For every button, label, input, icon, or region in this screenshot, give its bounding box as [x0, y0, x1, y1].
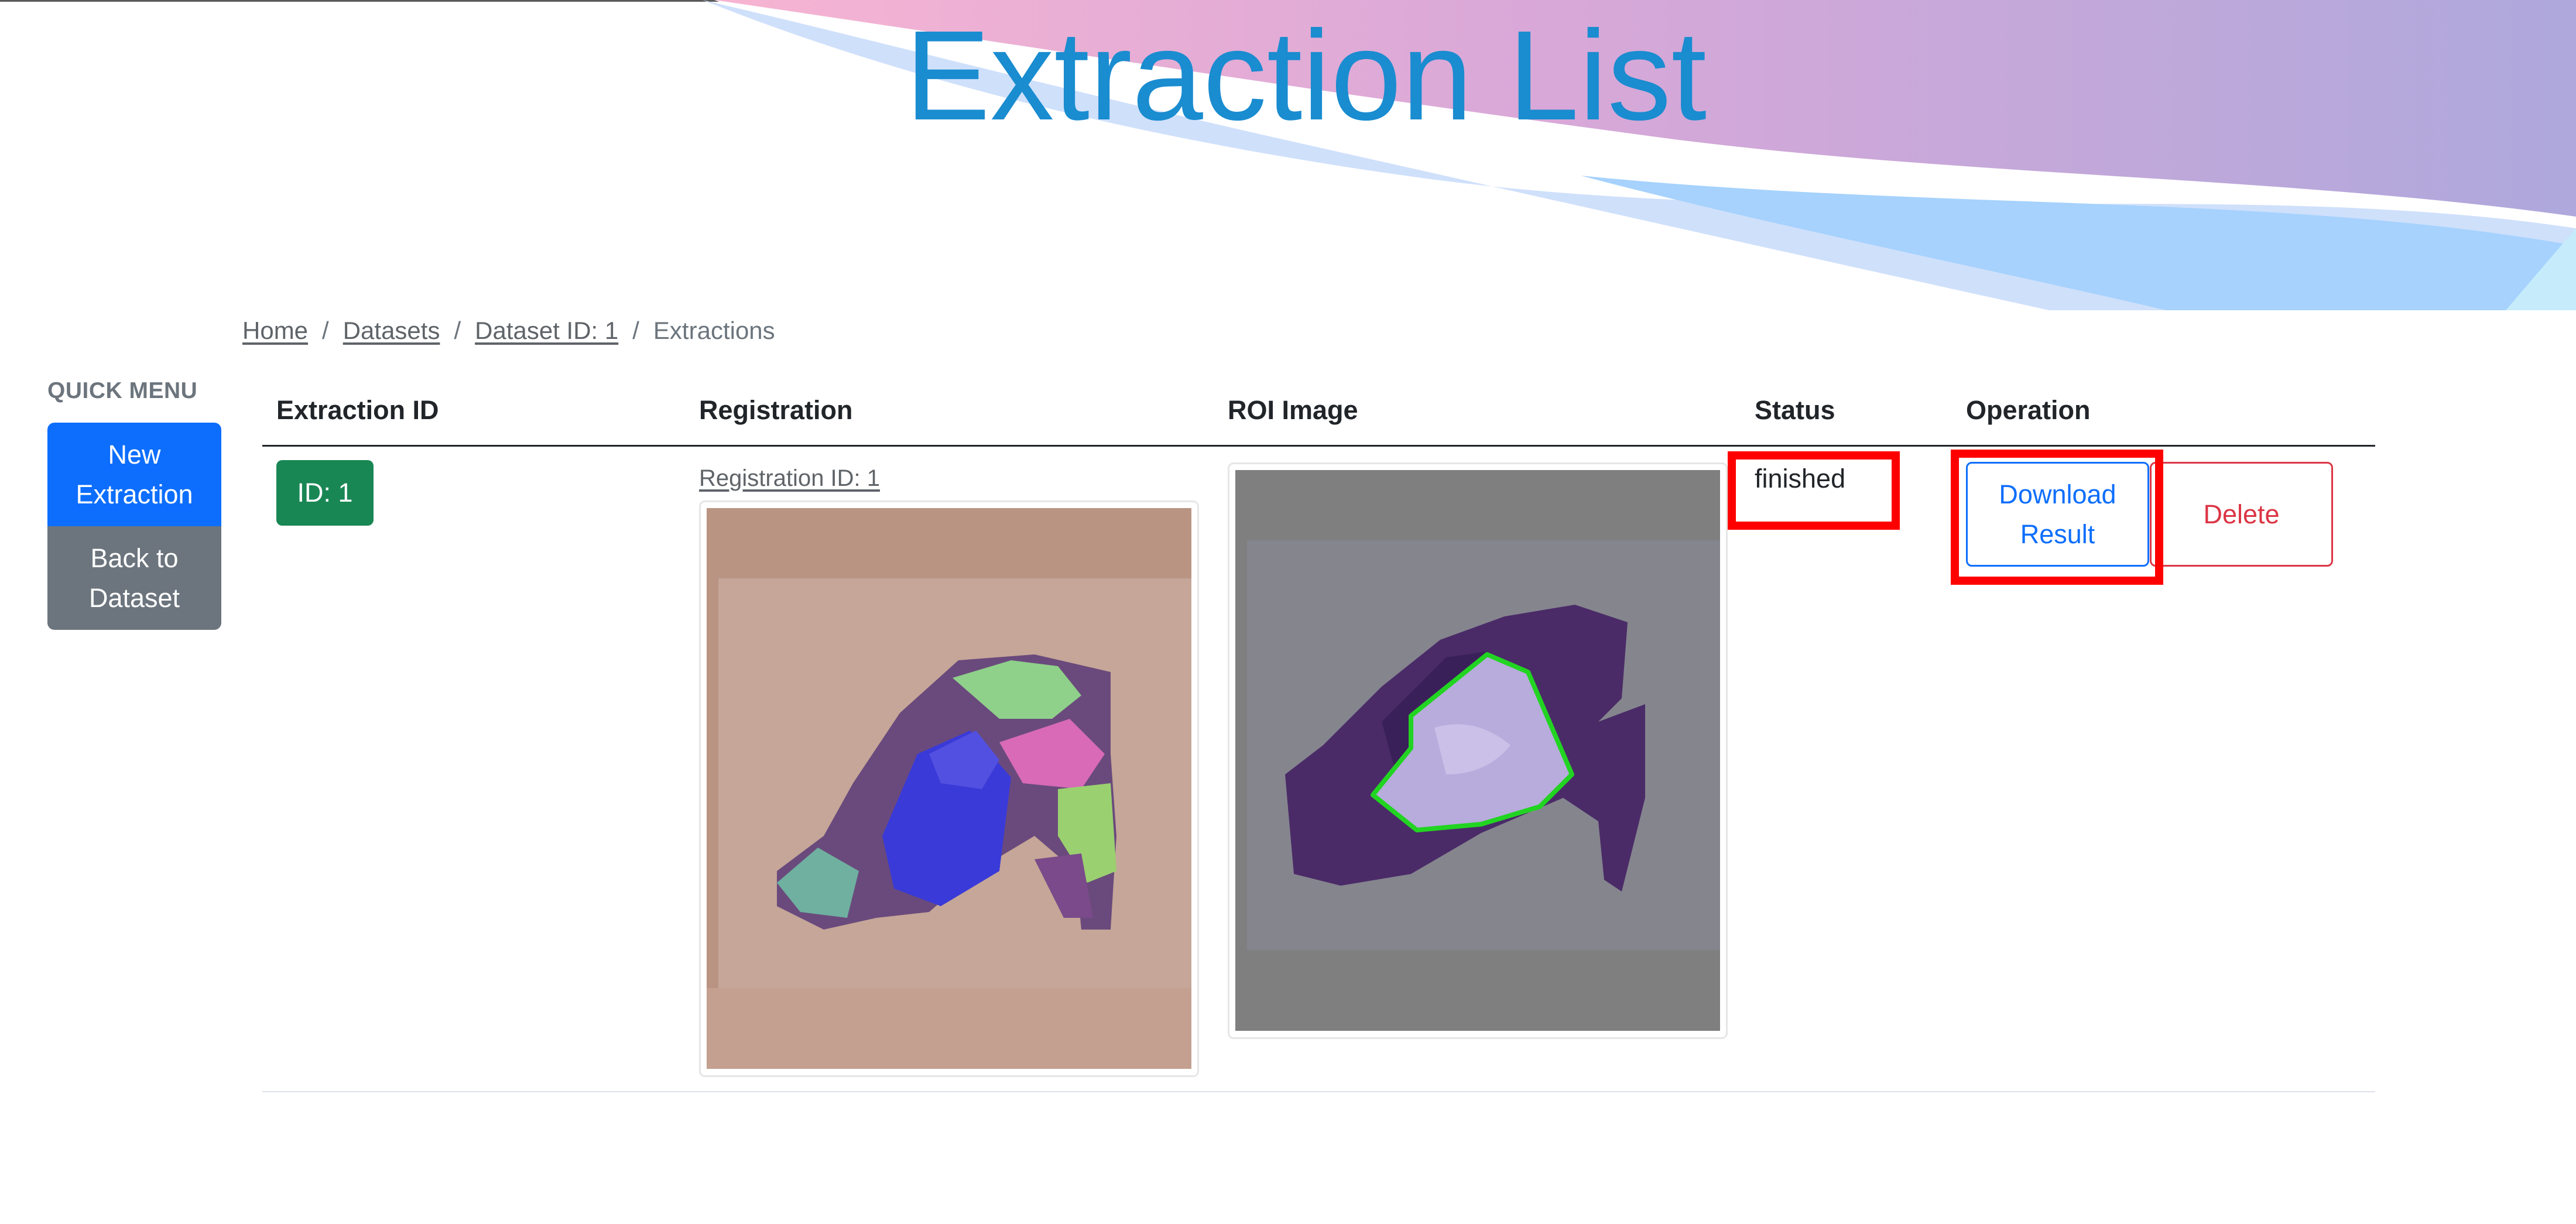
status-text: finished — [1755, 464, 1846, 493]
header-status: Status — [1755, 395, 1835, 425]
download-result-button[interactable]: Download Result — [1966, 462, 2149, 567]
new-extraction-label-line2: Extraction — [76, 479, 193, 509]
breadcrumb-home[interactable]: Home — [242, 317, 308, 345]
new-extraction-label-line1: New — [108, 439, 161, 469]
extraction-id-badge: ID: 1 — [276, 460, 374, 526]
roi-overlay-image — [1235, 470, 1720, 1031]
new-extraction-button[interactable]: New Extraction — [47, 423, 221, 526]
header-extraction-id: Extraction ID — [276, 395, 439, 425]
table-header-divider — [262, 445, 2375, 447]
roi-thumbnail[interactable] — [1228, 462, 1728, 1039]
header-operation: Operation — [1966, 395, 2091, 425]
back-to-dataset-label-line2: Dataset — [88, 582, 180, 613]
download-label-line2: Result — [2020, 519, 2095, 549]
breadcrumb: Home / Datasets / Dataset ID: 1 / Extrac… — [242, 316, 775, 345]
breadcrumb-separator: / — [322, 317, 329, 344]
breadcrumb-separator: / — [632, 317, 639, 344]
back-to-dataset-label-line1: Back to — [90, 543, 179, 573]
registration-overlay-image — [707, 508, 1191, 1069]
breadcrumb-datasets[interactable]: Datasets — [343, 317, 440, 345]
back-to-dataset-button[interactable]: Back to Dataset — [47, 526, 221, 630]
delete-label: Delete — [2203, 499, 2280, 529]
registration-link[interactable]: Registration ID: 1 — [699, 465, 880, 492]
breadcrumb-dataset[interactable]: Dataset ID: 1 — [475, 317, 618, 345]
delete-button[interactable]: Delete — [2150, 462, 2333, 567]
header-roi-image: ROI Image — [1228, 395, 1358, 425]
breadcrumb-separator: / — [454, 317, 461, 344]
quick-menu-title: QUICK MENU — [47, 378, 198, 403]
breadcrumb-current: Extractions — [653, 317, 775, 344]
registration-thumbnail[interactable] — [699, 500, 1199, 1077]
download-label-line1: Download — [1999, 479, 2116, 509]
table-row-divider — [262, 1091, 2375, 1092]
page-title: Extraction List — [905, 5, 1707, 147]
header-registration: Registration — [699, 395, 853, 425]
